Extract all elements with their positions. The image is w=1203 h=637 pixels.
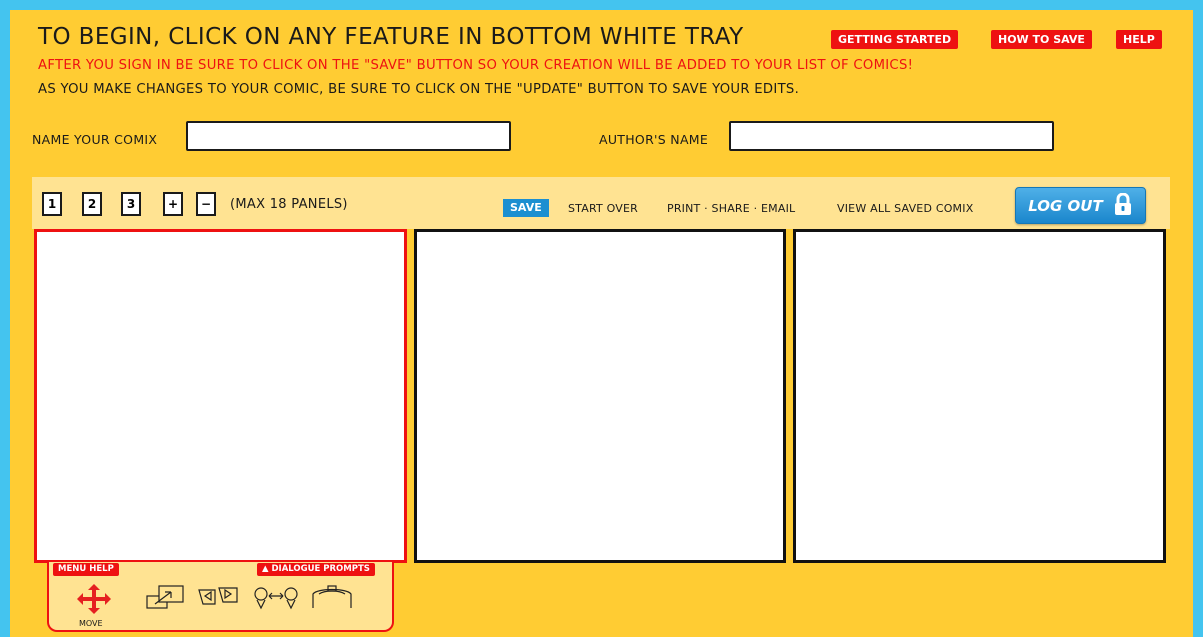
view-all-saved-comix-link[interactable]: VIEW ALL SAVED COMIX — [837, 202, 973, 215]
comic-panel-2[interactable] — [414, 229, 786, 563]
print-share-email-link[interactable]: PRINT · SHARE · EMAIL — [667, 202, 795, 215]
layer-icon[interactable] — [311, 584, 353, 614]
resize-icon[interactable] — [145, 584, 185, 614]
save-button[interactable]: SAVE — [503, 199, 549, 217]
logout-button[interactable]: LOG OUT — [1015, 187, 1146, 224]
move-label: MOVE — [79, 619, 103, 628]
flip-icon[interactable] — [197, 584, 239, 612]
max-panels-note: (MAX 18 PANELS) — [230, 197, 348, 212]
comic-panel-3[interactable] — [793, 229, 1166, 563]
lock-icon — [1113, 192, 1133, 219]
logout-label: LOG OUT — [1028, 196, 1103, 215]
panel-2-button[interactable]: 2 — [82, 192, 102, 216]
save-notice: AFTER YOU SIGN IN BE SURE TO CLICK ON TH… — [38, 58, 914, 73]
comic-creator-app: TO BEGIN, CLICK ON ANY FEATURE IN BOTTOM… — [10, 10, 1193, 637]
add-panel-button[interactable]: + — [163, 192, 183, 216]
swap-characters-icon[interactable] — [253, 584, 299, 614]
move-icon[interactable] — [77, 584, 111, 618]
author-name-input[interactable] — [729, 121, 1054, 151]
comix-name-label: NAME YOUR COMIX — [32, 132, 158, 147]
help-button[interactable]: HELP — [1116, 30, 1162, 49]
update-notice: AS YOU MAKE CHANGES TO YOUR COMIC, BE SU… — [38, 82, 800, 97]
feature-tray: MENU HELP ▲ DIALOGUE PROMPTS MOVE — [47, 562, 394, 632]
how-to-save-button[interactable]: HOW TO SAVE — [991, 30, 1092, 49]
menu-help-button[interactable]: MENU HELP — [53, 563, 119, 576]
getting-started-button[interactable]: GETTING STARTED — [831, 30, 959, 49]
panel-3-button[interactable]: 3 — [121, 192, 141, 216]
comic-panel-1[interactable] — [34, 229, 407, 563]
comix-name-input[interactable] — [186, 121, 511, 151]
dialogue-prompts-button[interactable]: ▲ DIALOGUE PROMPTS — [257, 563, 375, 576]
start-over-link[interactable]: START OVER — [568, 202, 638, 215]
page-title: TO BEGIN, CLICK ON ANY FEATURE IN BOTTOM… — [38, 24, 744, 50]
panel-1-button[interactable]: 1 — [42, 192, 62, 216]
author-name-label: AUTHOR'S NAME — [599, 132, 709, 147]
remove-panel-button[interactable]: − — [196, 192, 216, 216]
comic-toolbar: 1 2 3 + − (MAX 18 PANELS) SAVE START OVE… — [32, 177, 1170, 229]
